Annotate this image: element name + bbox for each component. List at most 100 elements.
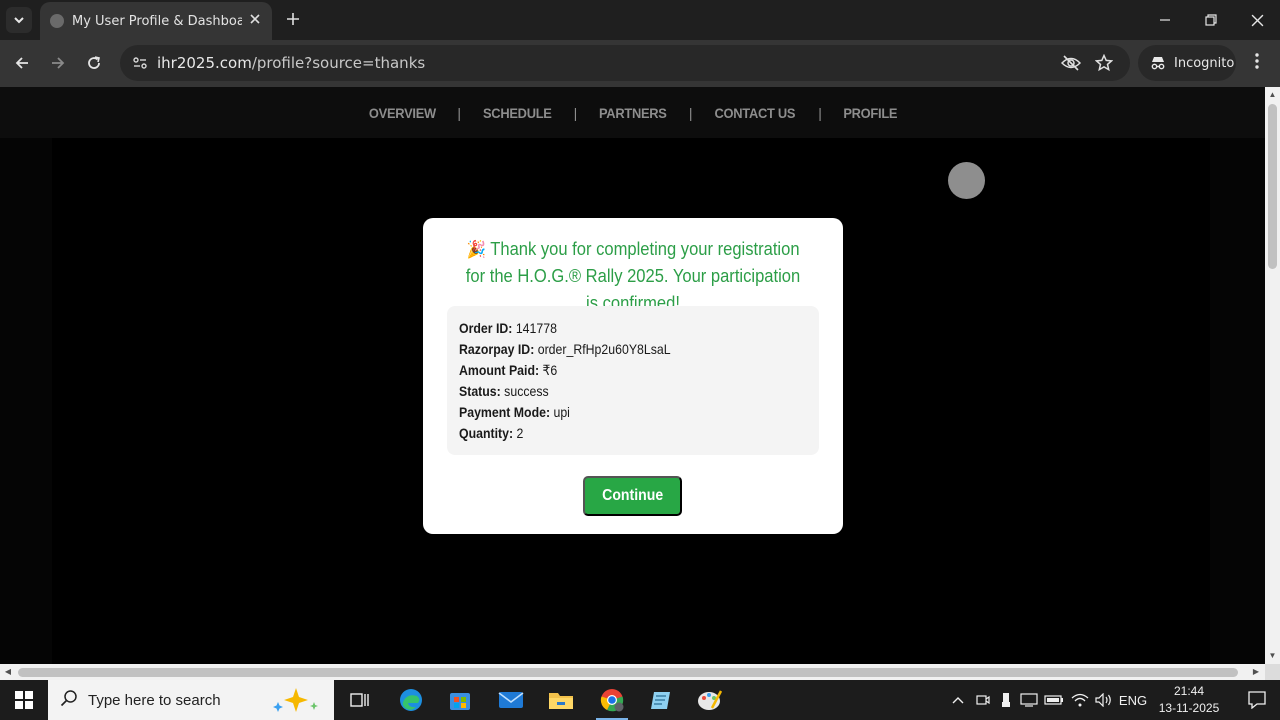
scroll-right-arrow-icon[interactable]: ▶ <box>1251 667 1261 677</box>
notepad-taskbar-button[interactable] <box>637 680 685 720</box>
close-icon <box>1251 14 1263 26</box>
globe-icon <box>50 14 64 28</box>
site-navigation: OVERVIEW | SCHEDULE | PARTNERS | CONTACT… <box>0 87 1265 138</box>
chrome-taskbar-button[interactable] <box>588 680 636 720</box>
forward-button[interactable] <box>44 49 72 77</box>
microsoft-store-icon <box>450 693 470 710</box>
star-icon[interactable] <box>1093 52 1115 74</box>
folder-icon <box>549 693 573 709</box>
display-settings-icon[interactable] <box>1018 680 1040 720</box>
status-row: Status: success <box>459 381 765 402</box>
url-text: ihr2025.com/profile?source=thanks <box>157 54 425 72</box>
edge-icon <box>400 689 422 711</box>
tab-title: My User Profile & Dashboard | I <box>72 14 242 29</box>
vertical-scroll-thumb[interactable] <box>1268 104 1277 269</box>
horizontal-scroll-thumb[interactable] <box>18 668 1238 677</box>
new-tab-button[interactable] <box>282 8 304 30</box>
minimize-button[interactable] <box>1142 0 1188 40</box>
nav-link-schedule[interactable]: SCHEDULE <box>466 105 570 121</box>
arrow-left-icon <box>15 57 28 69</box>
clock-time: 21:44 <box>1173 684 1205 698</box>
horizontal-scrollbar[interactable]: ◀ ▶ <box>0 664 1265 680</box>
site-info-icon[interactable] <box>128 51 152 75</box>
eye-off-icon[interactable] <box>1060 52 1082 74</box>
plus-icon <box>287 13 299 25</box>
input-language-indicator[interactable]: ENG <box>1119 680 1147 720</box>
registration-confirmation-modal: 🎉 Thank you for completing your registra… <box>423 218 843 534</box>
minimize-icon <box>1160 19 1170 21</box>
store-taskbar-button[interactable] <box>436 680 484 720</box>
paint-palette-icon <box>698 690 723 710</box>
order-id-row: Order ID: 141778 <box>459 318 765 339</box>
battery-icon[interactable] <box>1043 680 1065 720</box>
paint-taskbar-button[interactable] <box>686 680 734 720</box>
browser-menu-button[interactable] <box>1246 52 1268 74</box>
close-icon <box>250 14 260 24</box>
start-button[interactable] <box>0 680 48 720</box>
windows-logo-icon <box>15 691 33 709</box>
browser-tab-active[interactable]: My User Profile & Dashboard | I <box>40 2 272 40</box>
close-window-button[interactable] <box>1234 0 1280 40</box>
scroll-left-arrow-icon[interactable]: ◀ <box>3 667 13 677</box>
chevron-down-icon <box>14 17 24 24</box>
show-hidden-icons-button[interactable] <box>948 680 968 720</box>
search-icon <box>60 689 80 712</box>
browser-tab-bar: My User Profile & Dashboard | I <box>0 0 1280 40</box>
incognito-badge[interactable]: Incognito <box>1138 45 1236 81</box>
page-side-strip-right <box>1210 138 1265 664</box>
clock-date: 13-11-2025 <box>1158 701 1220 715</box>
meet-now-icon[interactable] <box>973 680 993 720</box>
scroll-up-arrow-icon[interactable]: ▲ <box>1268 90 1277 100</box>
windows-taskbar: Type here to search ENG 21:44 13-11-2025 <box>0 680 1280 720</box>
taskbar-clock[interactable]: 21:44 13-11-2025 <box>1152 683 1226 717</box>
volume-icon[interactable] <box>1093 680 1115 720</box>
razorpay-id-row: Razorpay ID: order_RfHp2u60Y8LsaL <box>459 339 765 360</box>
quantity-row: Quantity: 2 <box>459 423 765 444</box>
task-view-button[interactable] <box>336 680 384 720</box>
restore-icon <box>1205 14 1217 26</box>
amount-paid-row: Amount Paid: ₹6 <box>459 360 765 381</box>
page-side-strip-left <box>0 138 52 664</box>
scroll-down-arrow-icon[interactable]: ▼ <box>1268 651 1277 661</box>
mail-icon <box>498 692 524 708</box>
detail-label: Amount Paid: <box>459 362 540 378</box>
notification-center-button[interactable] <box>1234 680 1280 720</box>
taskbar-search-box[interactable]: Type here to search <box>48 680 334 720</box>
continue-button[interactable]: Continue <box>583 476 682 516</box>
razorpay-id-value: order_RfHp2u60Y8LsaL <box>537 341 671 357</box>
chevron-up-icon <box>952 697 964 704</box>
url-domain: ihr2025.com <box>157 54 252 72</box>
reload-button[interactable] <box>80 49 108 77</box>
wifi-icon[interactable] <box>1069 680 1091 720</box>
status-value: success <box>504 383 549 399</box>
order-id-value: 141778 <box>515 320 557 336</box>
nav-link-contact-us[interactable]: CONTACT US <box>698 105 814 121</box>
scrollbar-corner <box>1265 664 1280 680</box>
task-view-icon <box>350 693 369 707</box>
confirmation-heading-text: Thank you for completing your registrati… <box>465 239 801 313</box>
search-placeholder: Type here to search <box>88 691 221 709</box>
continue-label: Continue <box>601 487 663 504</box>
nav-separator: | <box>573 104 578 121</box>
mail-taskbar-button[interactable] <box>487 680 535 720</box>
detail-label: Quantity: <box>459 425 514 441</box>
nav-link-partners[interactable]: PARTNERS <box>582 105 685 121</box>
usb-drive-icon[interactable] <box>996 680 1016 720</box>
tab-close-button[interactable] <box>246 11 264 29</box>
chrome-icon <box>600 689 624 712</box>
incognito-icon <box>1151 57 1165 70</box>
incognito-label: Incognito <box>1174 55 1235 71</box>
nav-separator: | <box>688 104 693 121</box>
tab-search-button[interactable] <box>6 7 32 33</box>
address-bar[interactable]: ihr2025.com/profile?source=thanks <box>120 45 1130 81</box>
vertical-scrollbar[interactable]: ▲ ▼ <box>1265 87 1280 664</box>
nav-link-overview[interactable]: OVERVIEW <box>351 105 453 121</box>
payment-mode-value: upi <box>553 404 570 420</box>
party-popper-icon: 🎉 <box>466 240 486 259</box>
restore-button[interactable] <box>1188 0 1234 40</box>
edge-taskbar-button[interactable] <box>387 680 435 720</box>
file-explorer-taskbar-button[interactable] <box>537 680 585 720</box>
reload-icon <box>88 56 100 69</box>
nav-link-profile[interactable]: PROFILE <box>826 105 915 121</box>
back-button[interactable] <box>8 49 36 77</box>
